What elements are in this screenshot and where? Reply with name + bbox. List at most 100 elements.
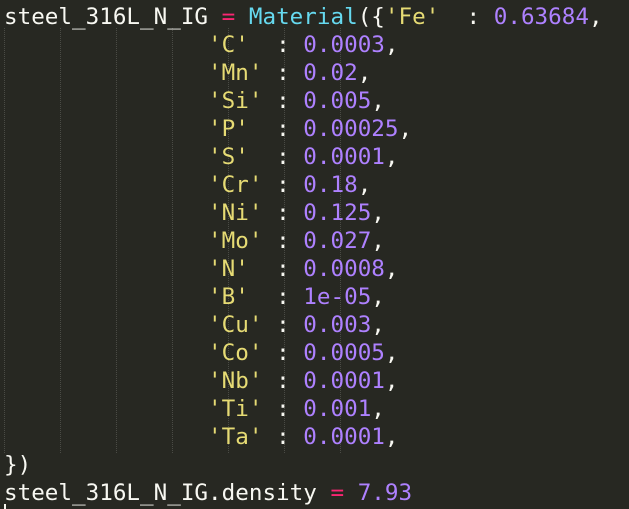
dict-value: 0.003 xyxy=(303,312,372,338)
key-separator: : xyxy=(262,424,304,450)
dict-key: 'Ni' xyxy=(208,200,263,226)
key-separator: : xyxy=(262,60,304,86)
code-line-entry[interactable]: 'N' : 0.0008, xyxy=(4,255,399,283)
open-brackets: ({ xyxy=(357,4,385,30)
key-separator: : xyxy=(262,172,304,198)
dict-key: 'Fe' xyxy=(384,4,440,30)
trailing-comma: , xyxy=(384,368,399,394)
code-line-entry[interactable]: 'Ti' : 0.001, xyxy=(4,395,385,423)
dict-key: 'Ti' xyxy=(208,396,263,422)
trailing-comma: , xyxy=(384,256,399,282)
trailing-comma: , xyxy=(398,116,413,142)
trailing-comma: , xyxy=(371,228,385,254)
code-line-entry[interactable]: 'S' : 0.0001, xyxy=(4,143,399,171)
code-line-entry[interactable]: 'C' : 0.0003, xyxy=(4,31,399,59)
code-line-closing[interactable]: }) xyxy=(4,451,31,479)
trailing-comma: , xyxy=(371,88,385,114)
assignment-operator: = xyxy=(316,480,358,506)
dict-key: 'N' xyxy=(208,256,249,282)
trailing-comma: , xyxy=(384,424,399,450)
code-line-density[interactable]: steel_316L_N_IG.density = 7.93 xyxy=(4,479,412,507)
text-cursor xyxy=(4,504,6,509)
function-name: Material xyxy=(248,4,358,30)
dict-key: 'Nb' xyxy=(208,368,263,394)
key-separator: : xyxy=(248,144,304,170)
key-separator: : xyxy=(262,88,304,114)
key-separator: : xyxy=(262,312,304,338)
trailing-comma: , xyxy=(357,172,372,198)
key-separator: : xyxy=(248,116,304,142)
dict-key: 'Ta' xyxy=(208,424,263,450)
dict-value: 0.00025 xyxy=(303,116,399,142)
trailing-comma: , xyxy=(588,4,603,30)
code-line-entry[interactable]: 'P' : 0.00025, xyxy=(4,115,412,143)
key-separator: : xyxy=(248,284,304,310)
dict-value: 0.027 xyxy=(303,228,372,254)
trailing-comma: , xyxy=(357,60,372,86)
dict-value: 0.0008 xyxy=(303,256,385,282)
code-line-entry[interactable]: 'B' : 1e-05, xyxy=(4,283,385,311)
density-expression: steel_316L_N_IG.density xyxy=(4,480,317,506)
key-separator: : xyxy=(262,340,304,366)
code-line-entry[interactable]: 'Mn' : 0.02, xyxy=(4,59,371,87)
variable-name: steel_316L_N_IG xyxy=(4,4,209,30)
code-line-entry[interactable]: 'Co' : 0.0005, xyxy=(4,339,399,367)
dict-value: 0.0003 xyxy=(303,32,385,58)
dict-value: 0.005 xyxy=(303,88,372,114)
code-line-entry[interactable]: 'Si' : 0.005, xyxy=(4,87,385,115)
dict-value: 0.125 xyxy=(303,200,372,226)
dict-key: 'Cu' xyxy=(208,312,263,338)
dict-key: 'B' xyxy=(208,284,249,310)
dict-key: 'C' xyxy=(208,32,249,58)
code-line-entry[interactable]: 'Cr' : 0.18, xyxy=(4,171,371,199)
key-separator: : xyxy=(248,32,304,58)
dict-key: 'Co' xyxy=(208,340,263,366)
trailing-comma: , xyxy=(371,200,385,226)
key-separator: : xyxy=(439,4,494,30)
dict-key: 'P' xyxy=(208,116,249,142)
dict-value: 1e-05 xyxy=(303,284,372,310)
dict-key: 'Mo' xyxy=(208,228,263,254)
dict-key: 'S' xyxy=(208,144,249,170)
dict-value: 0.0001 xyxy=(303,424,385,450)
dict-value: 0.0001 xyxy=(303,144,385,170)
assignment-operator: = xyxy=(208,4,249,30)
trailing-comma: , xyxy=(384,340,399,366)
key-separator: : xyxy=(262,228,304,254)
trailing-comma: , xyxy=(384,144,399,170)
trailing-comma: , xyxy=(371,284,385,310)
dict-key: 'Cr' xyxy=(208,172,263,198)
closing-brackets: }) xyxy=(4,452,32,478)
code-line-entry[interactable]: 'Nb' : 0.0001, xyxy=(4,367,399,395)
trailing-comma: , xyxy=(384,32,399,58)
key-separator: : xyxy=(262,368,304,394)
dict-value: 0.001 xyxy=(303,396,372,422)
code-line-entry[interactable]: 'Cu' : 0.003, xyxy=(4,311,385,339)
key-separator: : xyxy=(262,396,304,422)
code-line-entry[interactable]: 'Ta' : 0.0001, xyxy=(4,423,399,451)
code-line-entry[interactable]: 'Mo' : 0.027, xyxy=(4,227,385,255)
dict-value: 0.02 xyxy=(303,60,358,86)
dict-value: 0.63684 xyxy=(493,4,589,30)
dict-value: 0.0001 xyxy=(303,368,385,394)
density-value: 7.93 xyxy=(357,480,413,506)
code-line-definition[interactable]: steel_316L_N_IG = Material({'Fe' : 0.636… xyxy=(4,3,603,31)
dict-key: 'Mn' xyxy=(208,60,263,86)
code-line-entry[interactable]: 'Ni' : 0.125, xyxy=(4,199,385,227)
trailing-comma: , xyxy=(371,312,385,338)
code-editor[interactable]: steel_316L_N_IG = Material({'Fe' : 0.636… xyxy=(0,0,629,509)
